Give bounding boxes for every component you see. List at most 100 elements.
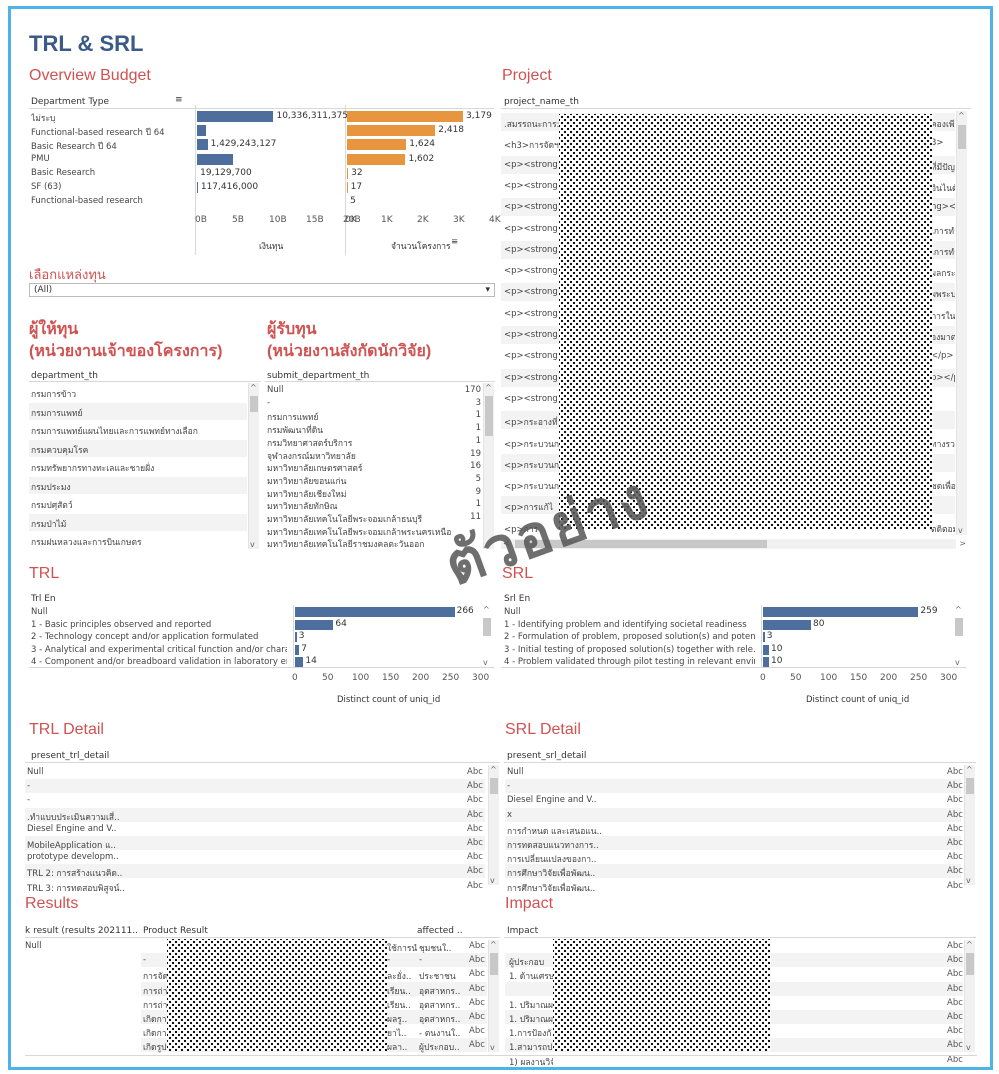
funder-scrollbar[interactable]: ^ v xyxy=(248,383,259,549)
project-item[interactable]: <p>กระบวนก xyxy=(504,458,559,472)
funder-item[interactable]: กรมฝนหลวงและการบินเกษตร xyxy=(31,535,245,549)
chevron-down-icon[interactable]: v xyxy=(966,1043,971,1052)
funder-item[interactable]: กรมการข้าว xyxy=(31,387,245,401)
funder-item[interactable]: กรมการแพทย์แผนไทยและการแพทย์ทางเลือก xyxy=(31,424,245,438)
srl-detail-scrollbar[interactable]: ^ v xyxy=(964,765,975,885)
project-item[interactable]: <p><strong xyxy=(504,309,559,319)
scroll-thumb[interactable] xyxy=(250,396,258,412)
detail-item[interactable]: TRL 2: การสร้างแนวคิด.. xyxy=(27,866,457,880)
product-result[interactable]: เกิดกา xyxy=(143,1012,169,1026)
project-item[interactable]: <p><strong xyxy=(504,181,559,191)
detail-item[interactable]: Null xyxy=(507,767,937,777)
chevron-up-icon[interactable]: ^ xyxy=(958,111,965,120)
project-item[interactable]: <p>กระอางที่ xyxy=(504,415,559,429)
budget-bar[interactable] xyxy=(197,125,206,137)
project-item[interactable]: <h3>การจัดฯ xyxy=(504,138,559,152)
project-scrollbar[interactable]: ^ v xyxy=(956,111,967,535)
recipient-item[interactable]: - xyxy=(267,398,472,408)
project-item[interactable]: <p><strong xyxy=(504,394,559,404)
level-bar[interactable] xyxy=(295,607,455,617)
budget-bar[interactable] xyxy=(197,182,198,193)
chevron-down-icon[interactable]: v xyxy=(483,658,488,667)
funder-item[interactable]: กรมป่าไม้ xyxy=(31,517,245,531)
count-bar[interactable] xyxy=(347,111,464,122)
detail-item[interactable]: prototype developm.. xyxy=(27,852,457,862)
scroll-thumb[interactable] xyxy=(490,778,498,794)
chevron-down-icon[interactable]: v xyxy=(490,1043,495,1052)
project-item[interactable]: <p><strong xyxy=(504,224,559,234)
detail-item[interactable]: Null xyxy=(27,767,457,777)
level-bar[interactable] xyxy=(763,619,811,630)
results-scrollbar[interactable]: ^ v xyxy=(488,940,499,1052)
detail-item[interactable]: Diesel Engine and V.. xyxy=(27,824,457,834)
funder-item[interactable]: กรมควบคุมโรค xyxy=(31,443,245,457)
count-bar[interactable] xyxy=(347,125,436,137)
scroll-thumb[interactable] xyxy=(955,618,963,636)
detail-item[interactable]: - xyxy=(27,781,457,791)
chevron-up-icon[interactable]: ^ xyxy=(490,940,497,949)
impact-item[interactable]: 1. ปริมาณผ xyxy=(509,1012,553,1026)
funder-item[interactable]: กรมทรัพยากรทางทะเลและชายฝั่ง xyxy=(31,461,245,475)
chevron-up-icon[interactable]: ^ xyxy=(490,765,497,774)
impact-item[interactable]: ผู้ประกอบ xyxy=(509,955,553,969)
product-result[interactable]: การถ่า xyxy=(143,984,169,998)
scroll-thumb[interactable] xyxy=(490,953,498,975)
impact-scrollbar[interactable]: ^ v xyxy=(964,940,975,1052)
project-item[interactable]: <p><strong xyxy=(504,202,559,212)
project-item[interactable]: <p><strong xyxy=(504,330,559,340)
sort-icon[interactable]: ≡ xyxy=(451,237,458,247)
impact-item[interactable]: 1) ผลงานวิจั xyxy=(509,1055,553,1069)
scroll-thumb[interactable] xyxy=(958,125,966,149)
project-item[interactable]: <p><strong xyxy=(504,266,559,276)
product-result[interactable]: - xyxy=(143,955,169,965)
detail-item[interactable]: Diesel Engine and V.. xyxy=(507,795,937,805)
level-bar[interactable] xyxy=(763,657,769,668)
recipient-item[interactable]: Null xyxy=(267,385,472,395)
detail-item[interactable]: MobileApplication แ.. xyxy=(27,838,457,852)
project-item[interactable]: <p><strong xyxy=(504,373,559,383)
detail-item[interactable]: - xyxy=(507,781,937,791)
level-bar[interactable] xyxy=(295,632,297,643)
project-item[interactable]: <p><strong xyxy=(504,351,559,361)
chevron-up-icon[interactable]: ^ xyxy=(250,383,257,392)
project-item[interactable]: .สมรรถนะการ: xyxy=(504,117,559,131)
trl-scrollbar[interactable]: ^ v xyxy=(482,605,493,667)
chevron-right-icon[interactable]: > xyxy=(959,539,966,548)
budget-bar[interactable] xyxy=(197,139,208,151)
detail-item[interactable]: การทดสอบแนวทางการ.. xyxy=(507,838,937,852)
detail-item[interactable]: การศึกษาวิจัยเพื่อพัฒน.. xyxy=(507,881,937,895)
scroll-thumb[interactable] xyxy=(966,953,974,975)
chevron-up-icon[interactable]: ^ xyxy=(955,605,962,614)
scroll-thumb[interactable] xyxy=(966,778,974,794)
detail-item[interactable]: TRL 3: การทดสอบพิสูจน์.. xyxy=(27,881,457,895)
chevron-up-icon[interactable]: ^ xyxy=(966,765,973,774)
funder-item[interactable]: กรมปศุสัตว์ xyxy=(31,498,245,512)
chevron-down-icon[interactable]: v xyxy=(958,526,963,535)
chevron-up-icon[interactable]: ^ xyxy=(485,383,492,392)
detail-item[interactable]: การศึกษาวิจัยเพื่อพัฒน.. xyxy=(507,866,937,880)
project-item[interactable]: <p><strong xyxy=(504,245,559,255)
srl-scrollbar[interactable]: ^ v xyxy=(954,605,965,667)
level-bar[interactable] xyxy=(295,619,334,630)
project-item[interactable]: <p><strong xyxy=(504,287,559,297)
project-item[interactable]: <p><strong xyxy=(504,160,559,170)
level-bar[interactable] xyxy=(295,657,304,668)
detail-item[interactable]: - xyxy=(27,795,457,805)
chevron-down-icon[interactable]: v xyxy=(955,658,960,667)
scroll-thumb[interactable] xyxy=(485,396,493,436)
chevron-down-icon[interactable]: v xyxy=(250,540,255,549)
detail-item[interactable]: x xyxy=(507,810,937,820)
count-bar[interactable] xyxy=(347,153,406,165)
project-item[interactable]: <p>กระบวนก xyxy=(504,437,559,451)
level-bar[interactable] xyxy=(295,644,300,655)
level-bar[interactable] xyxy=(763,607,919,617)
funder-item[interactable]: กรมการแพทย์ xyxy=(31,406,245,420)
product-result[interactable]: เกิดรูป xyxy=(143,1040,169,1054)
count-bar[interactable] xyxy=(347,182,348,193)
chevron-up-icon[interactable]: ^ xyxy=(483,605,490,614)
detail-item[interactable]: .ทำแบบประเมินความเสี่.. xyxy=(27,810,457,824)
count-bar[interactable] xyxy=(347,167,349,179)
budget-bar[interactable] xyxy=(197,153,234,165)
funding-source-dropdown[interactable]: (All) ▾ xyxy=(29,283,495,297)
trl-detail-scrollbar[interactable]: ^ v xyxy=(488,765,499,885)
